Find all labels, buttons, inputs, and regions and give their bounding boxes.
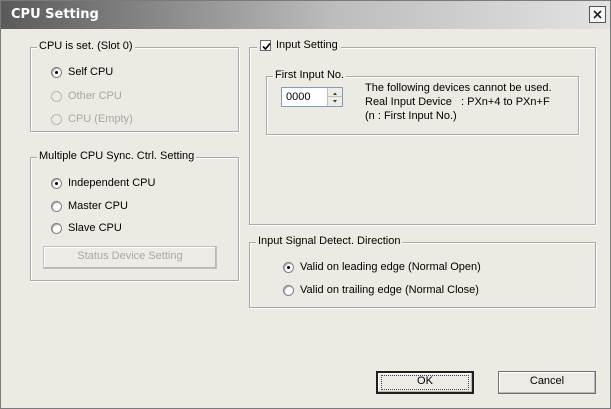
detect-direction-legend: Input Signal Detect. Direction (256, 235, 403, 247)
radio-slave-cpu[interactable]: Slave CPU (51, 222, 122, 234)
first-input-legend: First Input No. (273, 69, 347, 81)
first-input-value[interactable]: 0000 (286, 91, 310, 103)
close-icon (593, 10, 602, 19)
radio-other-cpu[interactable]: Other CPU (51, 90, 122, 102)
first-input-note-line1: The following devices cannot be used. (365, 82, 552, 94)
cancel-button[interactable]: Cancel (498, 371, 596, 394)
radio-indicator (51, 66, 62, 78)
radio-indicator (51, 200, 62, 212)
cpu-set-legend: CPU is set. (Slot 0) (37, 40, 135, 52)
first-input-note-line3: (n : First Input No.) (365, 110, 457, 122)
input-setting-label: Input Setting (276, 39, 338, 52)
radio-label: Independent CPU (68, 177, 156, 190)
radio-indicator (51, 222, 62, 234)
radio-label: Other CPU (68, 90, 122, 103)
status-device-setting-button[interactable]: Status Device Setting (43, 246, 217, 269)
spinner-buttons (327, 88, 342, 106)
close-button[interactable] (589, 6, 606, 23)
check-icon (262, 42, 271, 50)
first-input-note-line2: Real Input Device : PXn+4 to PXn+F (365, 96, 550, 108)
spin-up-button[interactable] (328, 88, 342, 97)
radio-leading-edge[interactable]: Valid on leading edge (Normal Open) (283, 261, 481, 273)
focus-rectangle (381, 375, 469, 390)
input-setting-checkbox[interactable] (260, 39, 271, 51)
radio-trailing-edge[interactable]: Valid on trailing edge (Normal Close) (283, 284, 479, 296)
spin-down-button[interactable] (328, 97, 342, 106)
cpu-setting-dialog: CPU Setting CPU is set. (Slot 0) Self CP… (0, 0, 611, 409)
radio-cpu-empty[interactable]: CPU (Empty) (51, 113, 133, 125)
radio-label: CPU (Empty) (68, 113, 133, 126)
radio-indicator (283, 284, 294, 296)
radio-label: Valid on trailing edge (Normal Close) (300, 284, 479, 297)
up-arrow-icon (333, 92, 337, 95)
title-bar[interactable]: CPU Setting (1, 1, 610, 29)
first-input-spinner[interactable]: 0000 (281, 87, 343, 107)
radio-master-cpu[interactable]: Master CPU (51, 200, 128, 212)
window-title: CPU Setting (11, 7, 99, 22)
radio-indicator (51, 177, 62, 189)
radio-label: Master CPU (68, 200, 128, 213)
down-arrow-icon (333, 100, 337, 103)
radio-independent-cpu[interactable]: Independent CPU (51, 177, 155, 189)
radio-indicator (283, 261, 294, 273)
radio-indicator (51, 90, 62, 102)
detect-direction-group: Input Signal Detect. Direction (249, 235, 596, 308)
radio-self-cpu[interactable]: Self CPU (51, 66, 113, 78)
radio-label: Valid on leading edge (Normal Open) (300, 261, 481, 274)
radio-label: Slave CPU (68, 222, 122, 235)
input-setting-checkbox-row[interactable]: Input Setting (257, 39, 341, 52)
radio-indicator (51, 113, 62, 125)
radio-label: Self CPU (68, 66, 114, 79)
sync-legend: Multiple CPU Sync. Ctrl. Setting (37, 150, 197, 162)
ok-button[interactable]: OK (376, 371, 474, 394)
